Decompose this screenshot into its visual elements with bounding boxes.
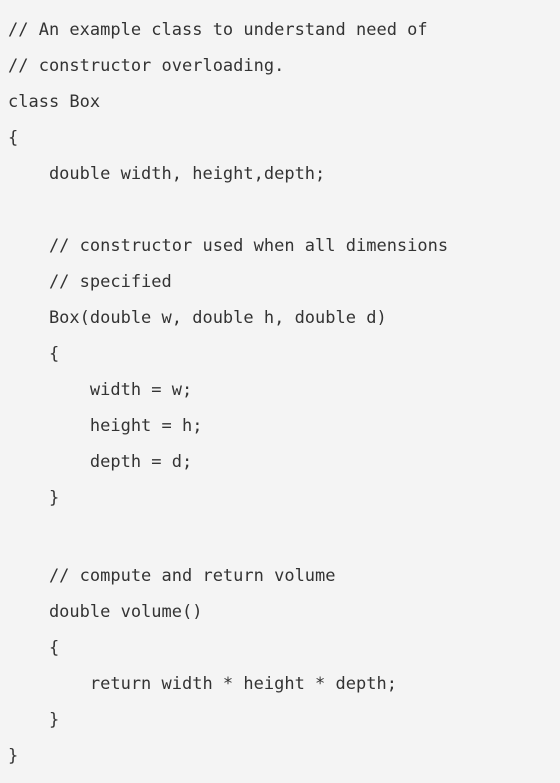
- code-line-16: // compute and return volume: [8, 566, 336, 586]
- code-line-19: return width * height * depth;: [8, 674, 397, 694]
- code-line-3: class Box: [8, 92, 101, 112]
- code-line-8: // specified: [8, 272, 172, 292]
- code-line-13: depth = d;: [8, 452, 193, 472]
- code-line-20: }: [8, 710, 60, 730]
- code-line-12: height = h;: [8, 416, 203, 436]
- code-line-18: {: [8, 638, 60, 658]
- code-line-5: double width, height,depth;: [8, 164, 326, 184]
- code-line-7: // constructor used when all dimensions: [8, 236, 449, 256]
- code-line-9: Box(double w, double h, double d): [8, 308, 387, 328]
- code-line-17: double volume(): [8, 602, 203, 622]
- code-line-10: {: [8, 344, 60, 364]
- code-line-14: }: [8, 488, 60, 508]
- code-block: // An example class to understand need o…: [0, 0, 560, 783]
- code-line-21: }: [8, 746, 19, 766]
- code-line-11: width = w;: [8, 380, 193, 400]
- code-line-2: // constructor overloading.: [8, 56, 285, 76]
- code-line-1: // An example class to understand need o…: [8, 20, 428, 40]
- code-line-4: {: [8, 128, 19, 148]
